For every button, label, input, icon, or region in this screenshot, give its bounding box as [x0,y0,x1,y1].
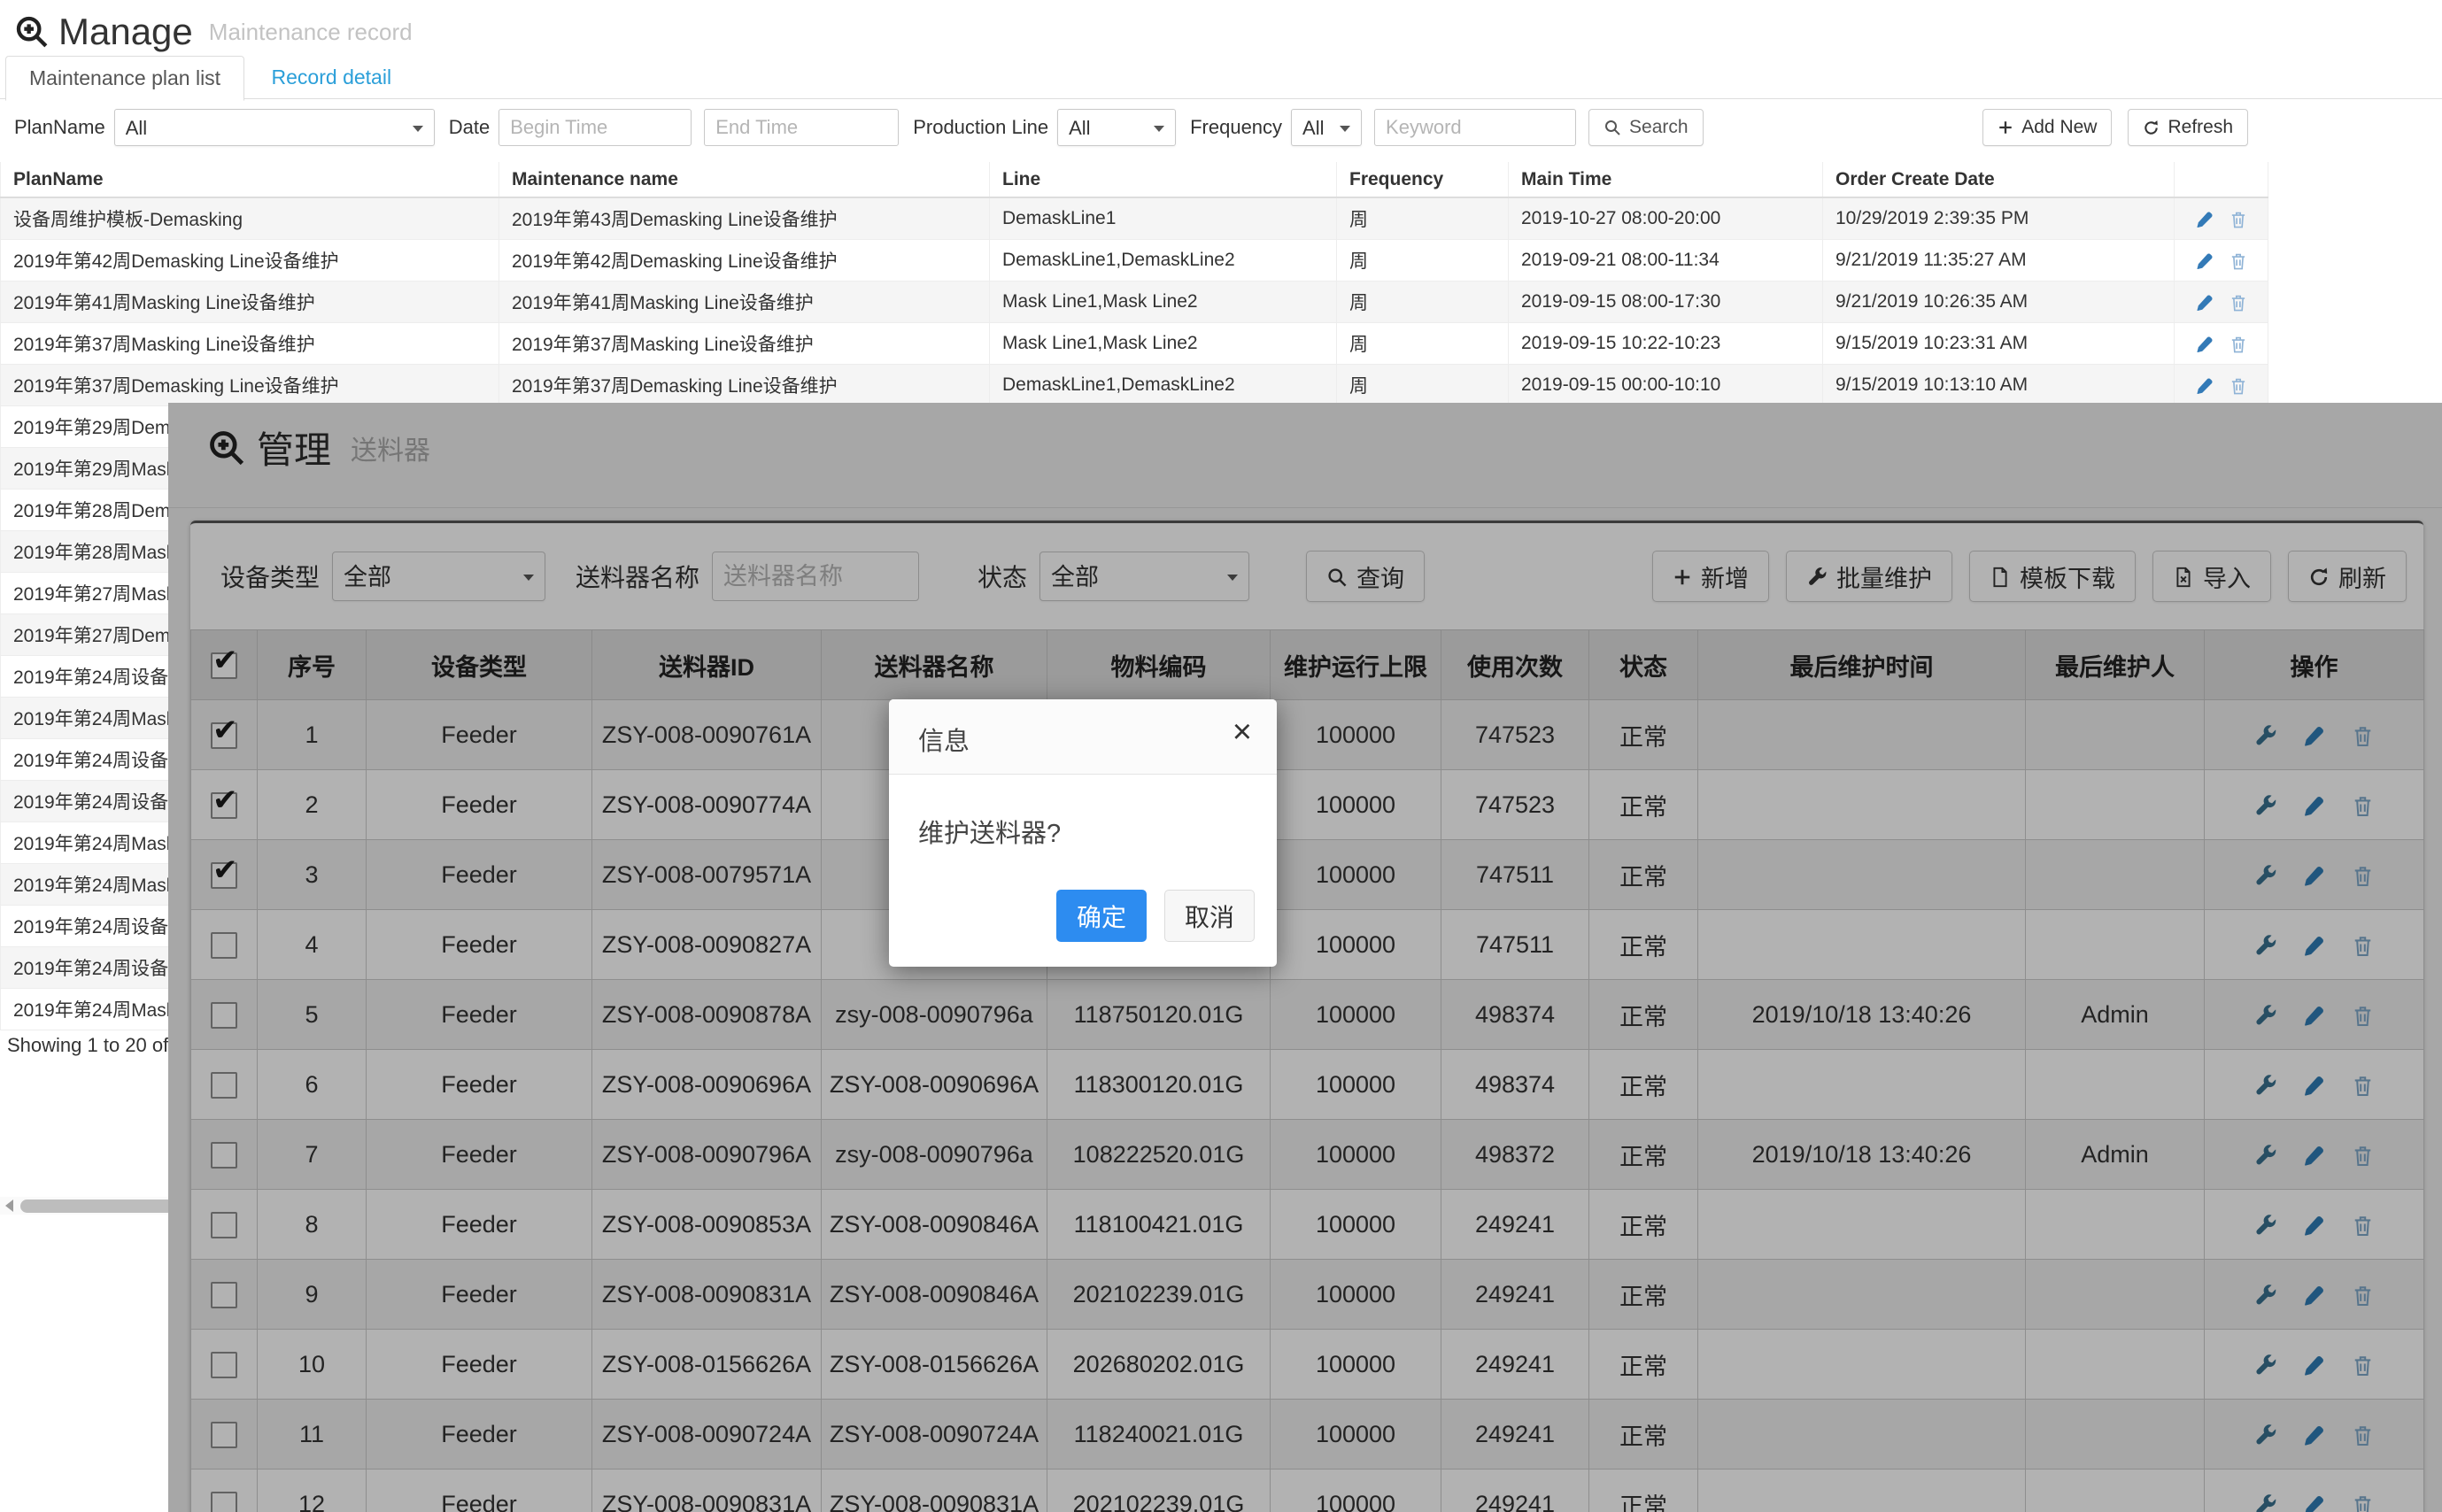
modal-mask [168,403,2442,1512]
column-header-2: Maintenance name [499,162,990,197]
cell-freq: 周 [1337,282,1509,323]
cell-time: 2019-09-21 08:00-11:34 [1509,240,1823,282]
cell-created: 9/21/2019 11:35:27 AM [1823,240,2175,282]
edit-icon[interactable] [2195,374,2214,397]
column-header-1: PlanName [1,162,499,197]
table-header-row: PlanNameMaintenance nameLineFrequencyMai… [1,162,2268,197]
frequency-label: Frequency [1190,116,1282,139]
tab-bar: Maintenance plan list Record detail [0,55,2442,99]
frequency-select[interactable]: All [1291,109,1362,146]
row-actions [2175,197,2268,240]
edit-icon[interactable] [2195,290,2214,313]
refresh-icon [2143,120,2160,136]
row-actions [2175,282,2268,323]
cell-name: 2019年第37周Masking Line设备维护 [499,323,990,365]
tab-maintenance-plan-list[interactable]: Maintenance plan list [5,56,244,101]
column-header-6: Order Create Date [1823,162,2175,197]
cell-plan: 设备周维护模板-Demasking [1,197,499,240]
table-row[interactable]: 设备周维护模板-Demasking2019年第43周Demasking Line… [1,197,2268,240]
dialog-message: 维护送料器? [918,813,1061,850]
delete-icon[interactable] [2229,249,2248,272]
delete-icon[interactable] [2229,290,2248,313]
edit-icon[interactable] [2195,207,2214,230]
cell-freq: 周 [1337,197,1509,240]
cell-created: 9/15/2019 10:23:31 AM [1823,323,2175,365]
cell-created: 9/15/2019 10:13:10 AM [1823,365,2175,406]
column-header-4: Frequency [1337,162,1509,197]
cell-time: 2019-09-15 08:00-17:30 [1509,282,1823,323]
delete-icon[interactable] [2229,374,2248,397]
close-icon[interactable]: × [1233,715,1252,749]
cell-name: 2019年第43周Demasking Line设备维护 [499,197,990,240]
page-header: Manage Maintenance record [14,11,413,53]
search-icon [1604,119,1621,136]
cell-line: Mask Line1,Mask Line2 [990,323,1337,365]
feeder-manage-window: 管理 送料器 设备类型 全部 送料器名称 状态 全部 查询 新增 批量维护 [168,403,2442,1512]
cell-time: 2019-10-27 08:00-20:00 [1509,197,1823,240]
edit-icon[interactable] [2195,332,2214,355]
tab-record-detail[interactable]: Record detail [249,56,415,99]
cell-name: 2019年第41周Masking Line设备维护 [499,282,990,323]
page-subtitle: Maintenance record [209,19,413,46]
scroll-left-arrow-icon[interactable] [5,1200,13,1212]
production-line-label: Production Line [913,116,1048,139]
begin-time-input[interactable] [498,109,692,146]
delete-icon[interactable] [2229,207,2248,230]
column-header-7 [2175,162,2268,197]
cell-line: DemaskLine1,DemaskLine2 [990,240,1337,282]
cell-freq: 周 [1337,240,1509,282]
cell-plan: 2019年第37周Demasking Line设备维护 [1,365,499,406]
table-row[interactable]: 2019年第41周Masking Line设备维护2019年第41周Maskin… [1,282,2268,323]
row-actions [2175,323,2268,365]
dialog-header: 信息 × [889,699,1277,775]
production-line-select[interactable]: All [1057,109,1176,146]
info-dialog: 信息 × 维护送料器? 确定 取消 [889,699,1277,967]
cell-plan: 2019年第37周Masking Line设备维护 [1,323,499,365]
planname-select[interactable]: All [114,109,435,146]
cell-line: DemaskLine1,DemaskLine2 [990,365,1337,406]
cell-freq: 周 [1337,323,1509,365]
refresh-button[interactable]: Refresh [2128,109,2248,146]
cell-line: Mask Line1,Mask Line2 [990,282,1337,323]
planname-label: PlanName [14,116,105,139]
plus-icon [1998,120,2013,135]
cell-time: 2019-09-15 10:22-10:23 [1509,323,1823,365]
delete-icon[interactable] [2229,332,2248,355]
add-new-button[interactable]: Add New [1982,109,2112,146]
cell-name: 2019年第42周Demasking Line设备维护 [499,240,990,282]
cell-created: 9/21/2019 10:26:35 AM [1823,282,2175,323]
plan-filter-bar: PlanName All Date Production Line All Fr… [0,106,2442,149]
showing-summary: Showing 1 to 20 of 20 [7,1034,196,1057]
keyword-input[interactable] [1374,109,1576,146]
table-row[interactable]: 2019年第42周Demasking Line设备维护2019年第42周Dema… [1,240,2268,282]
table-row[interactable]: 2019年第37周Masking Line设备维护2019年第37周Maskin… [1,323,2268,365]
confirm-button[interactable]: 确定 [1056,890,1147,942]
magnifier-plus-icon [14,14,50,50]
page-title: Manage [58,11,193,53]
date-label: Date [449,116,490,139]
table-row[interactable]: 2019年第37周Demasking Line设备维护2019年第37周Dema… [1,365,2268,406]
end-time-input[interactable] [704,109,899,146]
cell-freq: 周 [1337,365,1509,406]
column-header-3: Line [990,162,1337,197]
search-button[interactable]: Search [1588,109,1704,146]
cell-plan: 2019年第42周Demasking Line设备维护 [1,240,499,282]
row-actions [2175,240,2268,282]
cell-plan: 2019年第41周Masking Line设备维护 [1,282,499,323]
cancel-button[interactable]: 取消 [1164,890,1255,942]
dialog-title: 信息 [918,721,970,758]
cell-created: 10/29/2019 2:39:35 PM [1823,197,2175,240]
cell-name: 2019年第37周Demasking Line设备维护 [499,365,990,406]
cell-line: DemaskLine1 [990,197,1337,240]
cell-time: 2019-09-15 00:00-10:10 [1509,365,1823,406]
column-header-5: Main Time [1509,162,1823,197]
row-actions [2175,365,2268,406]
edit-icon[interactable] [2195,249,2214,272]
